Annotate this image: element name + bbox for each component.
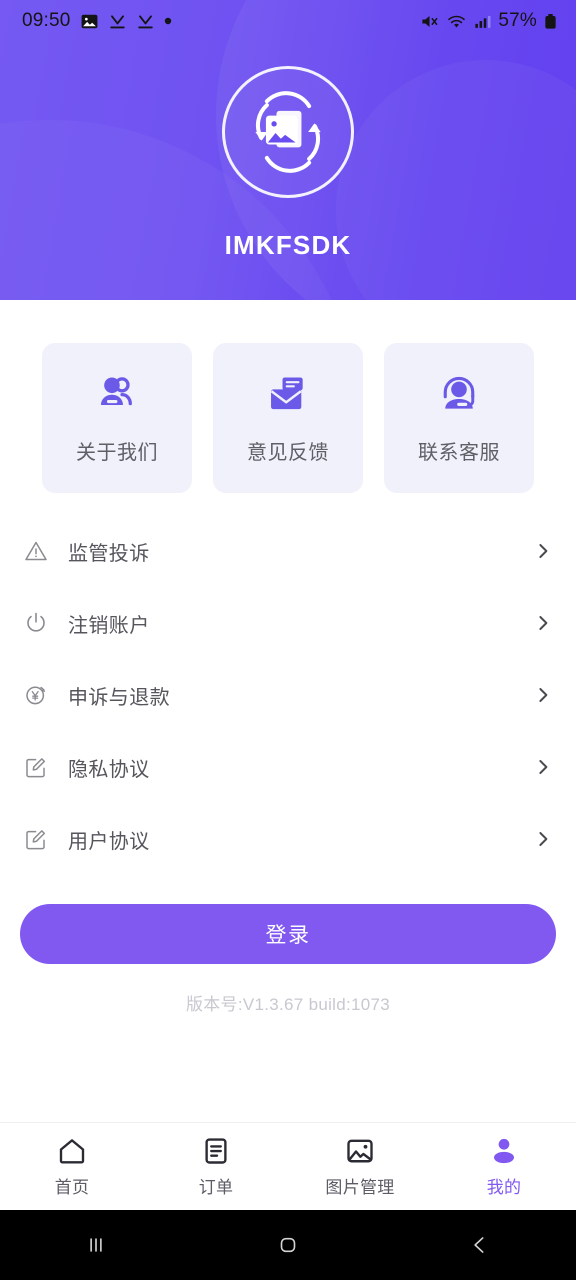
download-check-icon bbox=[137, 14, 153, 28]
menu-item-user-agreement[interactable]: 用户协议 bbox=[24, 803, 552, 875]
edit-square-icon bbox=[26, 758, 46, 778]
tab-label: 订单 bbox=[198, 1177, 234, 1197]
card-feedback[interactable]: 意见反馈 bbox=[213, 343, 363, 493]
order-document-icon bbox=[205, 1137, 227, 1164]
card-contact-support[interactable]: 联系客服 bbox=[384, 343, 534, 493]
power-icon bbox=[27, 612, 45, 632]
home-icon bbox=[59, 1138, 85, 1163]
signal-icon bbox=[475, 15, 491, 28]
status-bar-right: 57% bbox=[419, 10, 558, 32]
app-identity: IMKFSDK bbox=[0, 42, 576, 261]
tab-orders[interactable]: 订单 bbox=[144, 1136, 288, 1198]
home-button[interactable] bbox=[192, 1232, 384, 1258]
tab-label: 图片管理 bbox=[325, 1177, 395, 1197]
menu-item-appeal-refund[interactable]: 申诉与退款 bbox=[24, 659, 552, 731]
login-button[interactable]: 登录 bbox=[20, 904, 556, 964]
quick-action-cards: 关于我们 意见反馈 联系客服 bbox=[0, 300, 576, 493]
warning-triangle-icon bbox=[25, 541, 47, 561]
users-icon bbox=[100, 376, 132, 405]
wifi-icon bbox=[448, 15, 466, 28]
menu-item-label: 注销账户 bbox=[68, 614, 150, 637]
card-label: 联系客服 bbox=[418, 441, 500, 464]
image-icon bbox=[81, 14, 97, 28]
battery-icon bbox=[545, 13, 556, 29]
battery-percent: 57% bbox=[498, 10, 537, 31]
image-manage-icon bbox=[347, 1139, 373, 1162]
bottom-tab-bar: 首页 订单 图片管理 我的 bbox=[0, 1122, 576, 1210]
recents-button[interactable] bbox=[0, 1232, 192, 1258]
download-check-icon bbox=[109, 14, 125, 28]
app-logo bbox=[222, 66, 354, 198]
menu-item-label: 申诉与退款 bbox=[68, 686, 170, 709]
card-label: 关于我们 bbox=[76, 441, 158, 464]
headset-support-icon bbox=[443, 376, 475, 409]
status-clock: 09:50 bbox=[22, 10, 71, 31]
app-screen: 09:50 57% IMKFSDK 关于我们 意见反馈 联系客服 监管投诉 注销… bbox=[0, 0, 576, 1280]
settings-menu: 监管投诉 注销账户 申诉与退款 隐私协议 用户协议 bbox=[0, 493, 576, 875]
tab-label: 首页 bbox=[54, 1177, 90, 1197]
chevron-right-icon bbox=[539, 544, 548, 558]
card-about-us[interactable]: 关于我们 bbox=[42, 343, 192, 493]
photo-recovery-icon bbox=[255, 91, 321, 173]
menu-item-regulatory-complaint[interactable]: 监管投诉 bbox=[24, 515, 552, 587]
home-square-icon bbox=[280, 1237, 296, 1253]
tab-home[interactable]: 首页 bbox=[0, 1136, 144, 1198]
recents-icon bbox=[90, 1238, 102, 1252]
refund-yen-icon bbox=[26, 686, 46, 705]
menu-item-delete-account[interactable]: 注销账户 bbox=[24, 587, 552, 659]
chevron-right-icon bbox=[539, 760, 548, 774]
mute-icon bbox=[422, 15, 438, 27]
version-text: 版本号:V1.3.67 build:1073 bbox=[185, 995, 391, 1014]
menu-item-label: 监管投诉 bbox=[68, 542, 150, 565]
back-chevron-icon bbox=[474, 1237, 484, 1253]
tab-image-management[interactable]: 图片管理 bbox=[288, 1136, 432, 1198]
profile-header: 09:50 57% IMKFSDK bbox=[0, 0, 576, 300]
envelope-feedback-icon bbox=[270, 377, 303, 409]
menu-item-label: 隐私协议 bbox=[68, 758, 150, 781]
tab-label: 我的 bbox=[486, 1177, 522, 1197]
status-bar-left: 09:50 bbox=[22, 10, 172, 32]
back-button[interactable] bbox=[384, 1232, 576, 1258]
android-navigation-bar bbox=[0, 1210, 576, 1280]
dot-icon bbox=[164, 17, 171, 25]
person-icon bbox=[494, 1138, 514, 1163]
tab-mine[interactable]: 我的 bbox=[432, 1136, 576, 1198]
menu-item-label: 用户协议 bbox=[68, 830, 150, 853]
chevron-right-icon bbox=[539, 832, 548, 846]
chevron-right-icon bbox=[539, 616, 548, 630]
page-title: IMKFSDK bbox=[224, 230, 352, 260]
edit-square-icon bbox=[26, 830, 46, 850]
menu-item-privacy-policy[interactable]: 隐私协议 bbox=[24, 731, 552, 803]
status-bar: 09:50 57% bbox=[0, 0, 576, 42]
chevron-right-icon bbox=[539, 688, 548, 702]
card-label: 意见反馈 bbox=[247, 441, 329, 464]
